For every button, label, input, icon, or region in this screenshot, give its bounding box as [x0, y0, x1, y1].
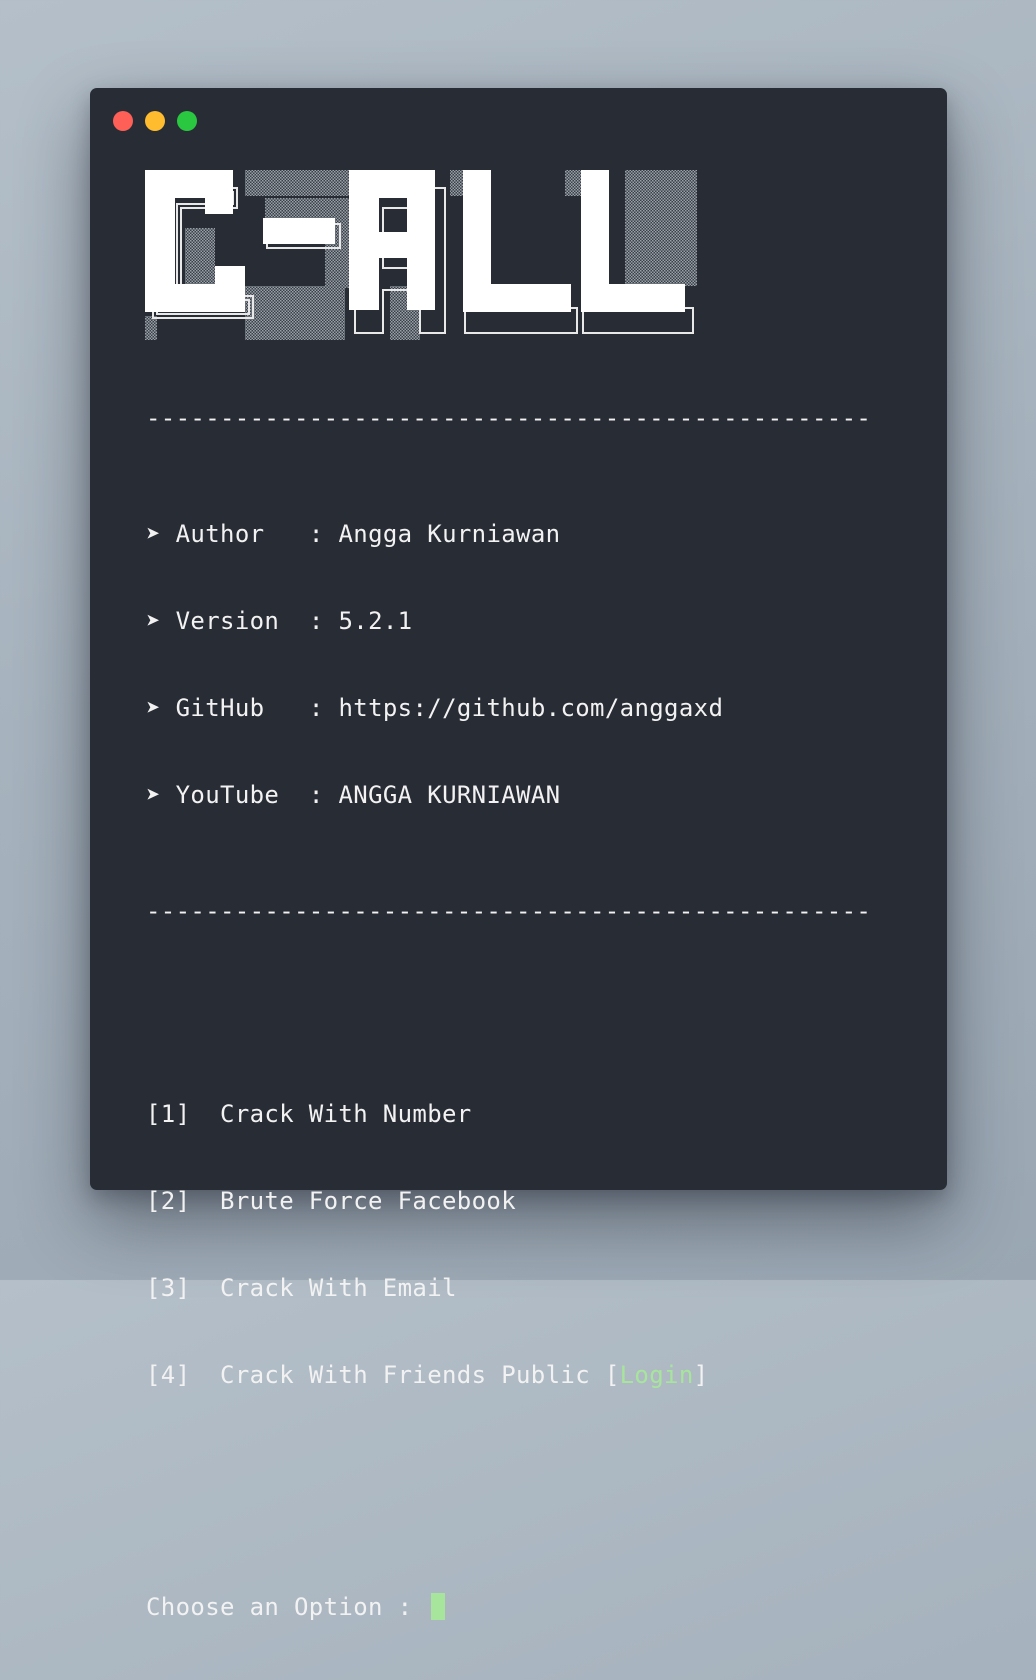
info-separator: : — [308, 520, 324, 548]
info-separator: : — [308, 694, 324, 722]
info-value: Angga Kurniawan — [338, 520, 561, 548]
menu-item-1[interactable]: [1] Crack With Number — [146, 1100, 871, 1129]
divider-bottom: ----------------------------------------… — [146, 897, 872, 925]
menu-index: [2] — [146, 1187, 191, 1215]
info-github: ➤ GitHub : https://github.com/anggaxd — [146, 694, 871, 723]
arrow-icon: ➤ — [146, 781, 161, 809]
terminal-output: ----------------------------------------… — [146, 346, 871, 1680]
menu-item-3[interactable]: [3] Crack With Email — [146, 1274, 871, 1303]
info-key: YouTube — [175, 781, 295, 809]
info-value: https://github.com/anggaxd — [338, 694, 724, 722]
arrow-icon: ➤ — [146, 607, 161, 635]
menu-item-4[interactable]: [4] Crack With Friends Public [Login] — [146, 1361, 871, 1390]
menu-index: [1] — [146, 1100, 191, 1128]
info-value: 5.2.1 — [338, 607, 413, 635]
minimize-button[interactable] — [145, 111, 165, 131]
close-button[interactable] — [113, 111, 133, 131]
info-separator: : — [308, 607, 324, 635]
info-key: GitHub — [175, 694, 295, 722]
menu-label: Brute Force Facebook — [220, 1187, 516, 1215]
prompt-label: Choose an Option : — [146, 1593, 413, 1621]
info-separator: : — [308, 781, 324, 809]
ascii-banner-logo — [145, 168, 705, 348]
menu-index: [4] — [146, 1361, 191, 1389]
login-tag: Login — [619, 1361, 694, 1389]
bracket-close: ] — [693, 1361, 709, 1389]
info-author: ➤ Author : Angga Kurniawan — [146, 520, 871, 549]
menu-item-2[interactable]: [2] Brute Force Facebook — [146, 1187, 871, 1216]
info-key: Author — [175, 520, 295, 548]
window-controls — [113, 111, 197, 131]
arrow-icon: ➤ — [146, 694, 161, 722]
info-version: ➤ Version : 5.2.1 — [146, 607, 871, 636]
menu-label: Crack With Number — [220, 1100, 472, 1128]
menu-label: Crack With Email — [220, 1274, 457, 1302]
divider-top: ----------------------------------------… — [146, 404, 872, 432]
prompt-line[interactable]: Choose an Option : — [146, 1593, 871, 1622]
arrow-icon: ➤ — [146, 520, 161, 548]
info-value: ANGGA KURNIAWAN — [338, 781, 561, 809]
text-cursor[interactable] — [431, 1593, 446, 1620]
terminal-window: ----------------------------------------… — [90, 88, 947, 1621]
bracket-open: [ — [604, 1361, 620, 1389]
maximize-button[interactable] — [177, 111, 197, 131]
info-key: Version — [175, 607, 295, 635]
info-youtube: ➤ YouTube : ANGGA KURNIAWAN — [146, 781, 871, 810]
menu-label: Crack With Friends Public — [220, 1361, 590, 1389]
menu-index: [3] — [146, 1274, 191, 1302]
